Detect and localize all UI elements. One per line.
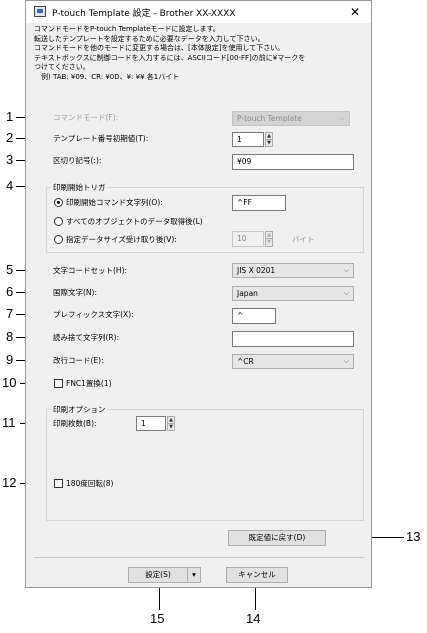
skip-input[interactable] bbox=[232, 331, 354, 347]
callout-9: 9 bbox=[6, 352, 14, 367]
print-options-title: 印刷オプション bbox=[51, 404, 108, 415]
info-line: テキストボックスに制御コードを入力するには、ASCIIコード[00-FF]の前に… bbox=[34, 53, 306, 62]
charset-value: JIS X 0201 bbox=[237, 266, 276, 275]
charset-label: 文字コードセット(H): bbox=[53, 266, 128, 275]
prefix-label: プレフィックス文字(X): bbox=[53, 310, 134, 319]
spin-up-icon[interactable]: ▲ bbox=[266, 232, 272, 239]
newline-label: 改行コード(E): bbox=[53, 356, 104, 365]
chevron-down-icon: ⌵ bbox=[343, 289, 349, 297]
trigger-cmd-label[interactable]: 印刷開始コマンド文字列(O): bbox=[66, 198, 163, 208]
separator bbox=[34, 557, 364, 558]
trigger-size-input[interactable]: 10 bbox=[232, 231, 264, 247]
info-line: 転送したテンプレートを設定するために必要なデータを入力して下さい。 bbox=[34, 34, 265, 43]
callout-2: 2 bbox=[6, 130, 14, 145]
callout-6: 6 bbox=[6, 284, 14, 299]
restore-defaults-button[interactable]: 既定値に戻す(D) bbox=[228, 530, 326, 546]
intl-select[interactable]: Japan ⌵ bbox=[232, 286, 354, 301]
chevron-down-icon: ⌵ bbox=[343, 357, 349, 365]
callout-7: 7 bbox=[6, 306, 14, 321]
prefix-input[interactable]: ^ bbox=[232, 308, 276, 324]
window-title: P-touch Template 設定 - Brother XX-XXXX bbox=[52, 9, 236, 19]
settings-dropdown-button[interactable]: ▾ bbox=[187, 567, 201, 583]
delimiter-label: 区切り記号(:): bbox=[53, 156, 102, 165]
callout-13: 13 bbox=[406, 529, 421, 544]
template-init-input[interactable]: 1 bbox=[232, 132, 264, 147]
callout-3: 3 bbox=[6, 152, 14, 167]
info-line: コマンドモードを他のモードに変更する場合は、[本体設定]を使用して下さい。 bbox=[34, 44, 285, 52]
trigger-size-unit: バイト bbox=[292, 235, 315, 244]
spin-down-icon[interactable]: ▼ bbox=[266, 140, 272, 147]
title-bar: P-touch Template 設定 - Brother XX-XXXX ✕ bbox=[26, 1, 371, 23]
callout-1: 1 bbox=[6, 109, 14, 124]
callout-12: 12 bbox=[2, 475, 17, 490]
app-icon bbox=[34, 6, 46, 17]
trigger-size-label[interactable]: 指定データサイズ受け取り後(V): bbox=[66, 235, 177, 245]
copies-label: 印刷枚数(B): bbox=[53, 419, 97, 428]
callout-14: 14 bbox=[246, 611, 261, 626]
info-line: コマンドモードをP-touch Templateモードに設定します。 bbox=[34, 25, 220, 33]
trigger-cmd-input[interactable]: ^FF bbox=[232, 195, 286, 211]
copies-value: 1 bbox=[141, 419, 146, 428]
cancel-button[interactable]: キャンセル bbox=[226, 567, 288, 583]
callout-4: 4 bbox=[6, 178, 14, 193]
template-init-spinner[interactable]: ▲ ▼ bbox=[265, 132, 273, 147]
callout-8: 8 bbox=[6, 329, 14, 344]
delimiter-value: ¥09 bbox=[237, 157, 252, 166]
prefix-value: ^ bbox=[237, 311, 244, 320]
callout-11: 11 bbox=[2, 415, 16, 430]
trigger-all-radio[interactable] bbox=[54, 217, 63, 226]
spin-down-icon[interactable]: ▼ bbox=[168, 424, 174, 431]
info-text: コマンドモードをP-touch Templateモードに設定します。 転送したテ… bbox=[34, 25, 305, 82]
settings-button[interactable]: 設定(S) bbox=[128, 567, 188, 583]
charset-select[interactable]: JIS X 0201 ⌵ bbox=[232, 263, 354, 278]
skip-label: 読み捨て文字列(R): bbox=[53, 333, 120, 342]
rotate-checkbox[interactable] bbox=[54, 479, 63, 488]
rotate-label[interactable]: 180度回転(8) bbox=[66, 479, 113, 489]
command-mode-value: P-touch Template bbox=[237, 114, 302, 123]
intl-label: 国際文字(N): bbox=[53, 288, 97, 297]
leader-14 bbox=[255, 588, 256, 610]
delimiter-input[interactable]: ¥09 bbox=[232, 154, 354, 170]
intl-value: Japan bbox=[237, 289, 258, 298]
fnc1-checkbox[interactable] bbox=[54, 379, 63, 388]
trigger-cmd-value: ^FF bbox=[237, 198, 252, 207]
chevron-down-icon: ⌵ bbox=[339, 114, 345, 122]
template-init-label: テンプレート番号初期値(T): bbox=[53, 134, 149, 143]
trigger-all-label[interactable]: すべてのオブジェクトのデータ取得後(L) bbox=[66, 217, 203, 227]
spin-down-icon[interactable]: ▼ bbox=[266, 239, 272, 246]
copies-spinner[interactable]: ▲ ▼ bbox=[167, 416, 175, 431]
callout-5: 5 bbox=[6, 262, 14, 277]
trigger-size-value: 10 bbox=[237, 234, 247, 243]
leader-15 bbox=[159, 588, 160, 610]
chevron-down-icon: ⌵ bbox=[343, 266, 349, 274]
ptouch-template-dialog: P-touch Template 設定 - Brother XX-XXXX ✕ … bbox=[25, 0, 372, 588]
trigger-group-title: 印刷開始トリガ bbox=[51, 182, 108, 193]
command-mode-select[interactable]: P-touch Template ⌵ bbox=[232, 111, 350, 126]
template-init-value: 1 bbox=[237, 135, 242, 144]
info-line: つけてください。 bbox=[34, 63, 90, 71]
close-icon[interactable]: ✕ bbox=[345, 3, 365, 21]
callout-10: 10 bbox=[2, 375, 17, 390]
fnc1-label[interactable]: FNC1置換(1) bbox=[66, 379, 112, 389]
newline-select[interactable]: ^CR ⌵ bbox=[232, 354, 354, 369]
trigger-cmd-radio[interactable] bbox=[54, 198, 63, 207]
callout-15: 15 bbox=[150, 611, 165, 626]
newline-value: ^CR bbox=[237, 357, 254, 366]
command-mode-label: コマンドモード(F): bbox=[53, 113, 119, 122]
info-line: 例) TAB: ¥09、CR: ¥0D、¥: ¥¥ 各1バイト bbox=[34, 72, 180, 81]
copies-input[interactable]: 1 bbox=[136, 416, 166, 431]
trigger-size-radio[interactable] bbox=[54, 235, 63, 244]
trigger-size-spinner[interactable]: ▲ ▼ bbox=[265, 231, 273, 247]
